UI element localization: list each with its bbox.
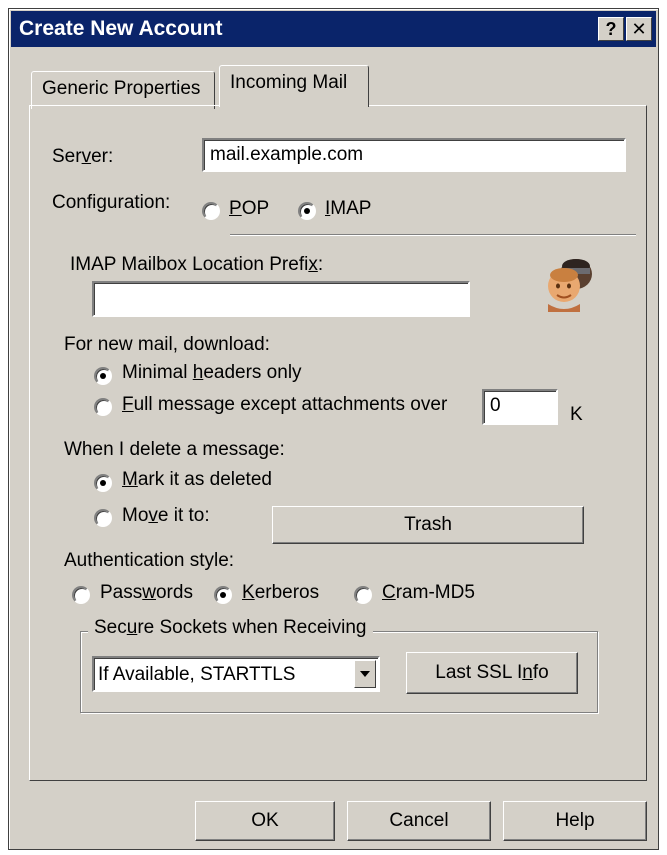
close-title-button[interactable]: ✕	[626, 17, 652, 41]
cram-md5-label[interactable]: Cram-MD5	[382, 582, 475, 604]
tab-incoming-mail[interactable]: Incoming Mail	[219, 65, 369, 107]
cancel-button[interactable]: Cancel	[347, 801, 491, 841]
ssl-mode-value: If Available, STARTTLS	[98, 664, 296, 685]
server-label: Server:	[52, 146, 114, 167]
trash-folder-button[interactable]: Trash	[272, 506, 584, 544]
server-input[interactable]: mail.example.com	[202, 138, 626, 172]
section-separator	[230, 234, 636, 236]
move-to-radio[interactable]	[94, 509, 112, 527]
passwords-radio[interactable]	[72, 586, 90, 604]
account-people-icon	[548, 259, 592, 312]
minimal-headers-radio[interactable]	[94, 367, 112, 385]
imap-radio[interactable]	[298, 202, 316, 220]
tab-generic-properties[interactable]: Generic Properties	[31, 71, 215, 109]
title-bar[interactable]: Create New Account ? ✕	[11, 11, 656, 47]
imap-prefix-label: IMAP Mailbox Location Prefix:	[70, 254, 324, 275]
size-unit-label: K	[570, 404, 583, 425]
mark-deleted-label[interactable]: Mark it as deleted	[122, 469, 272, 491]
create-account-dialog: Create New Account ? ✕ Generic Propertie…	[8, 8, 659, 850]
incoming-mail-panel: Server: mail.example.com Configuration: …	[29, 105, 647, 781]
ssl-mode-select[interactable]: If Available, STARTTLS	[92, 656, 380, 692]
pop-radio[interactable]	[202, 202, 220, 220]
cram-md5-radio[interactable]	[354, 586, 372, 604]
minimal-headers-label[interactable]: Minimal headers only	[122, 362, 302, 384]
tab-label: Incoming Mail	[230, 72, 348, 93]
download-label: For new mail, download:	[64, 334, 270, 355]
kerberos-radio[interactable]	[214, 586, 232, 604]
auth-label: Authentication style:	[64, 550, 235, 571]
help-button[interactable]: Help	[503, 801, 647, 841]
tab-label: Generic Properties	[42, 78, 201, 99]
help-title-button[interactable]: ?	[598, 17, 624, 41]
passwords-label[interactable]: Passwords	[100, 582, 193, 604]
attachment-size-input[interactable]: 0	[482, 389, 558, 425]
last-ssl-info-button[interactable]: Last SSL Info	[406, 652, 578, 694]
pop-label[interactable]: POP	[229, 198, 269, 220]
configuration-label: Configuration:	[52, 192, 171, 213]
imap-label[interactable]: IMAP	[325, 198, 371, 220]
window-title: Create New Account	[19, 17, 223, 40]
mark-deleted-radio[interactable]	[94, 474, 112, 492]
full-message-radio[interactable]	[94, 398, 112, 416]
chevron-down-icon[interactable]	[354, 660, 376, 688]
kerberos-label[interactable]: Kerberos	[242, 582, 319, 604]
delete-label: When I delete a message:	[64, 439, 285, 460]
ssl-group-label: Secure Sockets when Receiving	[88, 617, 373, 639]
imap-prefix-input[interactable]	[92, 281, 470, 317]
ok-button[interactable]: OK	[195, 801, 335, 841]
move-to-label[interactable]: Move it to:	[122, 505, 210, 527]
full-message-label[interactable]: Full message except attachments over	[122, 394, 447, 416]
